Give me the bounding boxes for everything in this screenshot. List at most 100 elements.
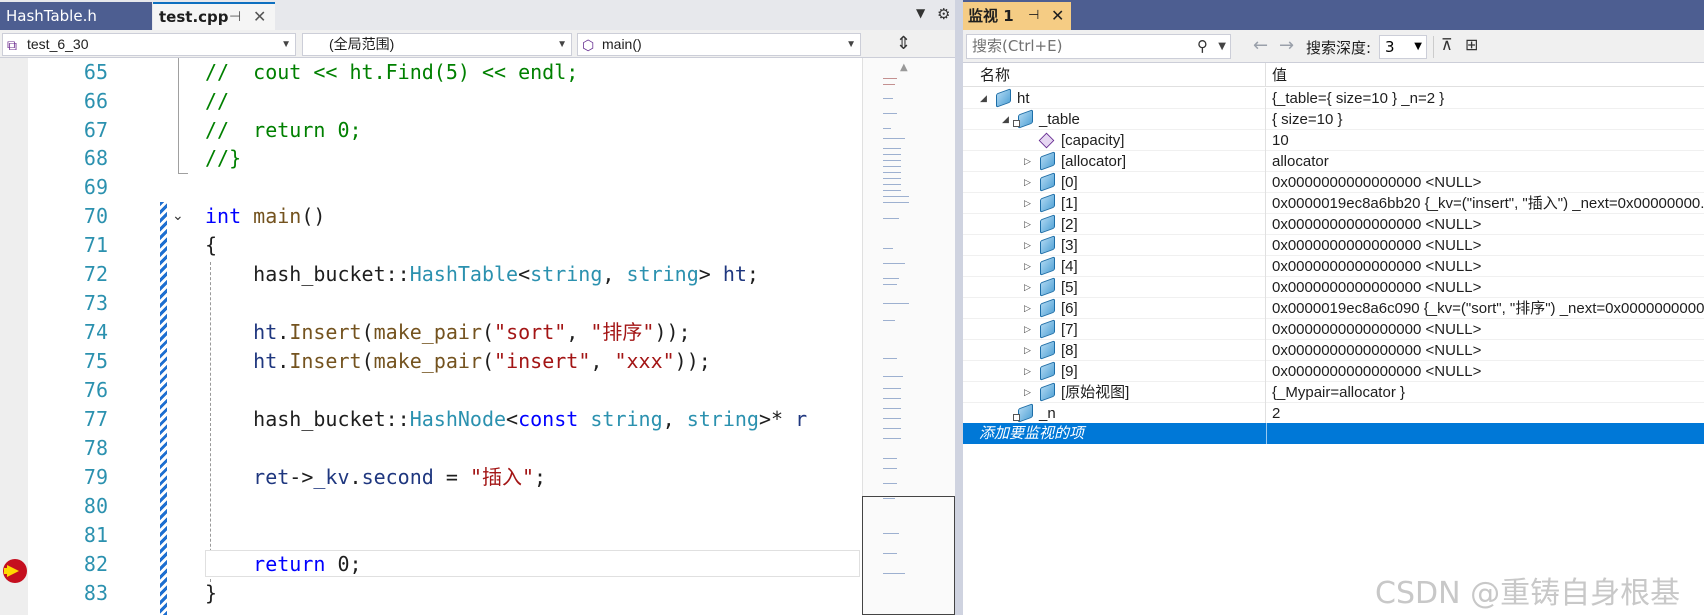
scope-dropdown[interactable]: (全局范围) ▼: [302, 33, 572, 56]
watch-value[interactable]: { size=10 }: [1267, 109, 1704, 130]
watch-value[interactable]: 0x0000000000000000 <NULL>: [1267, 361, 1704, 382]
watch-value[interactable]: 0x0000000000000000 <NULL>: [1267, 256, 1704, 277]
search-icon[interactable]: ⚲: [1197, 35, 1208, 58]
minimap-line: [883, 154, 901, 155]
watch-row[interactable]: ▷ [5] 0x0000000000000000 <NULL>: [963, 277, 1704, 298]
minimap-line: [883, 84, 895, 85]
watch-row[interactable]: ▷ [8] 0x0000000000000000 <NULL>: [963, 340, 1704, 361]
tab-label: HashTable.h: [6, 7, 97, 25]
watch-value[interactable]: 0x0000000000000000 <NULL>: [1267, 277, 1704, 298]
collapsed-triangle-icon[interactable]: ▷: [1024, 319, 1031, 340]
watch-value[interactable]: 0x0000000000000000 <NULL>: [1267, 319, 1704, 340]
variable-cube-icon: [1040, 382, 1056, 402]
variable-cube-icon: [1040, 172, 1056, 192]
watch-value[interactable]: 0x0000000000000000 <NULL>: [1267, 214, 1704, 235]
pin-icon[interactable]: ⊣: [1028, 2, 1039, 30]
collapsed-triangle-icon[interactable]: ▷: [1024, 151, 1031, 172]
watch-value[interactable]: {_table={ size=10 } _n=2 }: [1267, 88, 1704, 109]
tab-watch-1[interactable]: 监视 1 ⊣ ✕: [963, 2, 1071, 30]
search-depth-dropdown[interactable]: 3 ▼: [1379, 35, 1427, 59]
column-header-value[interactable]: 值: [1266, 63, 1704, 87]
collapsed-triangle-icon[interactable]: ▷: [1024, 340, 1031, 361]
watch-row[interactable]: [capacity] 10: [963, 130, 1704, 151]
watch-row[interactable]: ▷ [7] 0x0000000000000000 <NULL>: [963, 319, 1704, 340]
watch-name: [6]: [1061, 300, 1078, 317]
function-dropdown[interactable]: ⬡ main() ▼: [577, 33, 861, 56]
watch-row[interactable]: ▷ [4] 0x0000000000000000 <NULL>: [963, 256, 1704, 277]
watch-row[interactable]: _n 2: [963, 403, 1704, 424]
method-cube-icon: ⬡: [582, 37, 595, 53]
close-icon[interactable]: ✕: [1051, 2, 1064, 30]
collapsed-triangle-icon[interactable]: ▷: [1024, 277, 1031, 298]
watch-value[interactable]: {_Mypair=allocator }: [1267, 382, 1704, 403]
watch-name-cell: ▷ [1]: [963, 193, 1266, 214]
breakpoint-gutter[interactable]: [0, 58, 28, 615]
watch-row[interactable]: ▷ [2] 0x0000000000000000 <NULL>: [963, 214, 1704, 235]
watch-value[interactable]: 0x0000000000000000 <NULL>: [1267, 235, 1704, 256]
watch-row[interactable]: ▷ [allocator] allocator: [963, 151, 1704, 172]
collapsed-triangle-icon[interactable]: ▷: [1024, 172, 1031, 193]
column-header-name[interactable]: 名称: [963, 63, 1266, 87]
watch-value[interactable]: 10: [1267, 130, 1704, 151]
watch-value[interactable]: 2: [1267, 403, 1704, 424]
collapsed-triangle-icon[interactable]: ▷: [1024, 193, 1031, 214]
arrow-right-icon[interactable]: →: [1279, 35, 1294, 56]
fold-collapse-icon[interactable]: ⌄: [172, 208, 184, 224]
gear-icon[interactable]: ⚙: [937, 5, 950, 23]
watch-row[interactable]: ▷ [0] 0x0000000000000000 <NULL>: [963, 172, 1704, 193]
project-dropdown[interactable]: ⧉ test_6_30 ▼: [2, 33, 296, 56]
tab-list-dropdown-icon[interactable]: ▼: [916, 6, 925, 20]
expanded-triangle-icon[interactable]: ◢: [1002, 109, 1009, 130]
code-line: {: [205, 233, 218, 257]
expanded-triangle-icon[interactable]: ◢: [980, 88, 987, 109]
watch-row[interactable]: ▷ [6] 0x0000019ec8a6c090 {_kv=("sort", "…: [963, 298, 1704, 319]
code-area[interactable]: // cout << ht.Find(5) << endl; // // ret…: [205, 58, 860, 615]
collapsed-triangle-icon[interactable]: ▷: [1024, 235, 1031, 256]
add-watch-placeholder[interactable]: 添加要监视的项: [979, 423, 1084, 444]
pane-splitter[interactable]: [955, 0, 963, 615]
line-number: 71: [83, 233, 108, 257]
collapsed-triangle-icon[interactable]: ▷: [1024, 256, 1031, 277]
chevron-down-icon[interactable]: ▼: [1218, 35, 1226, 58]
tab-hashtable-h[interactable]: HashTable.h: [0, 2, 152, 30]
watch-name-cell: _n: [963, 403, 1266, 424]
watch-value[interactable]: 0x0000000000000000 <NULL>: [1267, 172, 1704, 193]
fold-guide: [178, 58, 179, 173]
cube-shape: [1038, 132, 1055, 149]
watch-value[interactable]: allocator: [1267, 151, 1704, 172]
watch-row[interactable]: ◢ _table { size=10 }: [963, 109, 1704, 130]
watch-value[interactable]: 0x0000019ec8a6c090 {_kv=("sort", "排序") _…: [1267, 298, 1704, 319]
collapsed-triangle-icon[interactable]: ▷: [1024, 298, 1031, 319]
watch-row[interactable]: ◢ ht {_table={ size=10 } _n=2 }: [963, 88, 1704, 109]
minimap-line: [883, 408, 901, 409]
watch-row[interactable]: ▷ [原始视图] {_Mypair=allocator }: [963, 382, 1704, 403]
close-icon[interactable]: ✕: [253, 4, 266, 30]
watch-row[interactable]: ▷ [3] 0x0000000000000000 <NULL>: [963, 235, 1704, 256]
watch-value[interactable]: 0x0000019ec8a6bb20 {_kv=("insert", "插入")…: [1267, 193, 1704, 214]
watch-row[interactable]: ▷ [1] 0x0000019ec8a6bb20 {_kv=("insert",…: [963, 193, 1704, 214]
cube-shape: [1040, 277, 1055, 297]
search-placeholder: 搜索(Ctrl+E): [972, 37, 1063, 55]
search-input[interactable]: 搜索(Ctrl+E) ⚲ ▼: [966, 34, 1231, 59]
arrow-left-icon[interactable]: ←: [1253, 35, 1268, 56]
collapsed-triangle-icon[interactable]: ▷: [1024, 382, 1031, 403]
collapsed-triangle-icon[interactable]: ▷: [1024, 214, 1031, 235]
toolbar-separator: [1433, 36, 1434, 58]
current-statement-arrow-icon[interactable]: [3, 559, 27, 583]
line-number: 67: [83, 118, 108, 142]
pin-to-source-icon[interactable]: ⊼: [1441, 35, 1453, 54]
pin-icon[interactable]: ⊣: [229, 4, 241, 30]
minimap-line: [883, 196, 909, 197]
watch-value[interactable]: 0x0000000000000000 <NULL>: [1267, 340, 1704, 361]
watch-name: [9]: [1061, 363, 1078, 380]
tab-test-cpp[interactable]: test.cpp ⊣ ✕: [153, 2, 275, 30]
collapsed-triangle-icon[interactable]: ▷: [1024, 361, 1031, 382]
watch-tab-bar: 监视 1 ⊣ ✕: [963, 0, 1704, 30]
minimap-viewport[interactable]: [862, 496, 955, 615]
view-columns-icon[interactable]: ⊞: [1465, 35, 1478, 54]
split-window-icon[interactable]: ⇕: [896, 33, 911, 54]
add-watch-item-row[interactable]: 添加要监视的项: [963, 423, 1704, 444]
watch-row[interactable]: ▷ [9] 0x0000000000000000 <NULL>: [963, 361, 1704, 382]
minimap-line: [883, 358, 897, 359]
scroll-up-arrow-icon[interactable]: ▲: [900, 62, 908, 73]
